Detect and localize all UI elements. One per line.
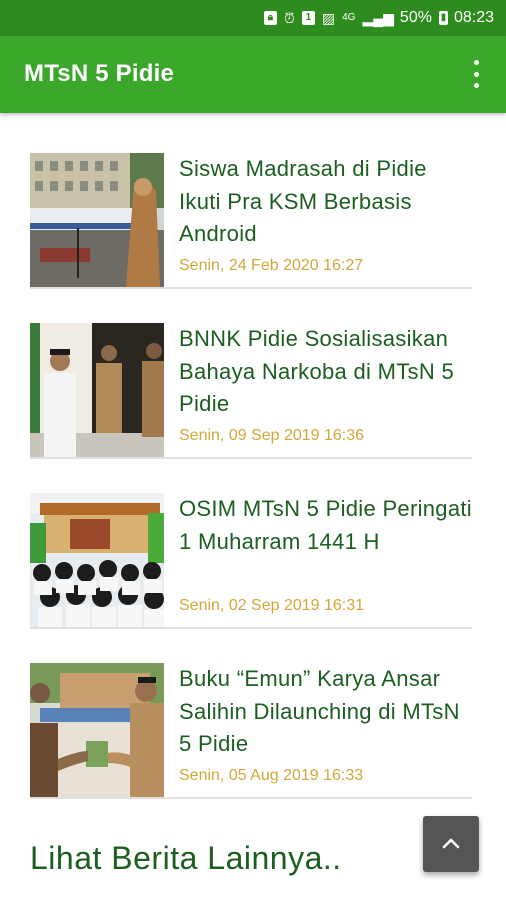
- app-bar: MTsN 5 Pidie: [0, 36, 506, 113]
- divider: [30, 627, 472, 629]
- battery-percent: 50%: [399, 9, 432, 26]
- see-more-news-link[interactable]: Lihat Berita Lainnya..: [30, 840, 342, 877]
- news-headline[interactable]: Buku “Emun” Karya Ansar Salihin Dilaunch…: [179, 663, 474, 761]
- news-list: Siswa Madrasah di Pidie Ikuti Pra KSM Be…: [30, 153, 472, 833]
- image-icon: ▨: [321, 10, 336, 26]
- signal-icon: ▂▄▆: [362, 10, 394, 26]
- news-date: Senin, 24 Feb 2020 16:27: [179, 257, 364, 274]
- news-thumbnail: [30, 663, 164, 797]
- more-vert-icon[interactable]: [466, 60, 486, 88]
- news-thumbnail: [30, 153, 164, 287]
- news-item[interactable]: BNNK Pidie Sosialisasikan Bahaya Narkoba…: [30, 323, 472, 493]
- news-date: Senin, 09 Sep 2019 16:36: [179, 427, 365, 444]
- news-item[interactable]: OSIM MTsN 5 Pidie Peringati 1 Muharram 1…: [30, 493, 472, 663]
- divider: [30, 457, 472, 459]
- divider: [30, 797, 472, 799]
- sim-icon: 1: [301, 11, 315, 25]
- news-date: Senin, 02 Sep 2019 16:31: [179, 597, 365, 614]
- news-item[interactable]: Siswa Madrasah di Pidie Ikuti Pra KSM Be…: [30, 153, 472, 323]
- news-headline[interactable]: OSIM MTsN 5 Pidie Peringati 1 Muharram 1…: [179, 493, 474, 558]
- news-headline[interactable]: Siswa Madrasah di Pidie Ikuti Pra KSM Be…: [179, 153, 474, 251]
- news-thumbnail: [30, 493, 164, 627]
- scroll-top-button[interactable]: [423, 816, 479, 872]
- clock: 08:23: [453, 9, 494, 26]
- news-item[interactable]: Buku “Emun” Karya Ansar Salihin Dilaunch…: [30, 663, 472, 833]
- news-thumbnail: [30, 323, 164, 457]
- news-date: Senin, 05 Aug 2019 16:33: [179, 767, 364, 784]
- battery-icon: ▮: [438, 11, 448, 25]
- lock-icon: 🔒︎: [263, 11, 277, 25]
- alarm-icon: ⏰︎: [283, 10, 295, 26]
- divider: [30, 287, 472, 289]
- lte-icon: 4G: [342, 12, 356, 23]
- status-bar: 🔒︎ ⏰︎ 1 ▨ 4G ▂▄▆ 50% ▮ 08:23: [0, 0, 506, 36]
- news-headline[interactable]: BNNK Pidie Sosialisasikan Bahaya Narkoba…: [179, 323, 474, 421]
- chevron-up-icon: [442, 838, 460, 849]
- app-title: MTsN 5 Pidie: [24, 60, 174, 87]
